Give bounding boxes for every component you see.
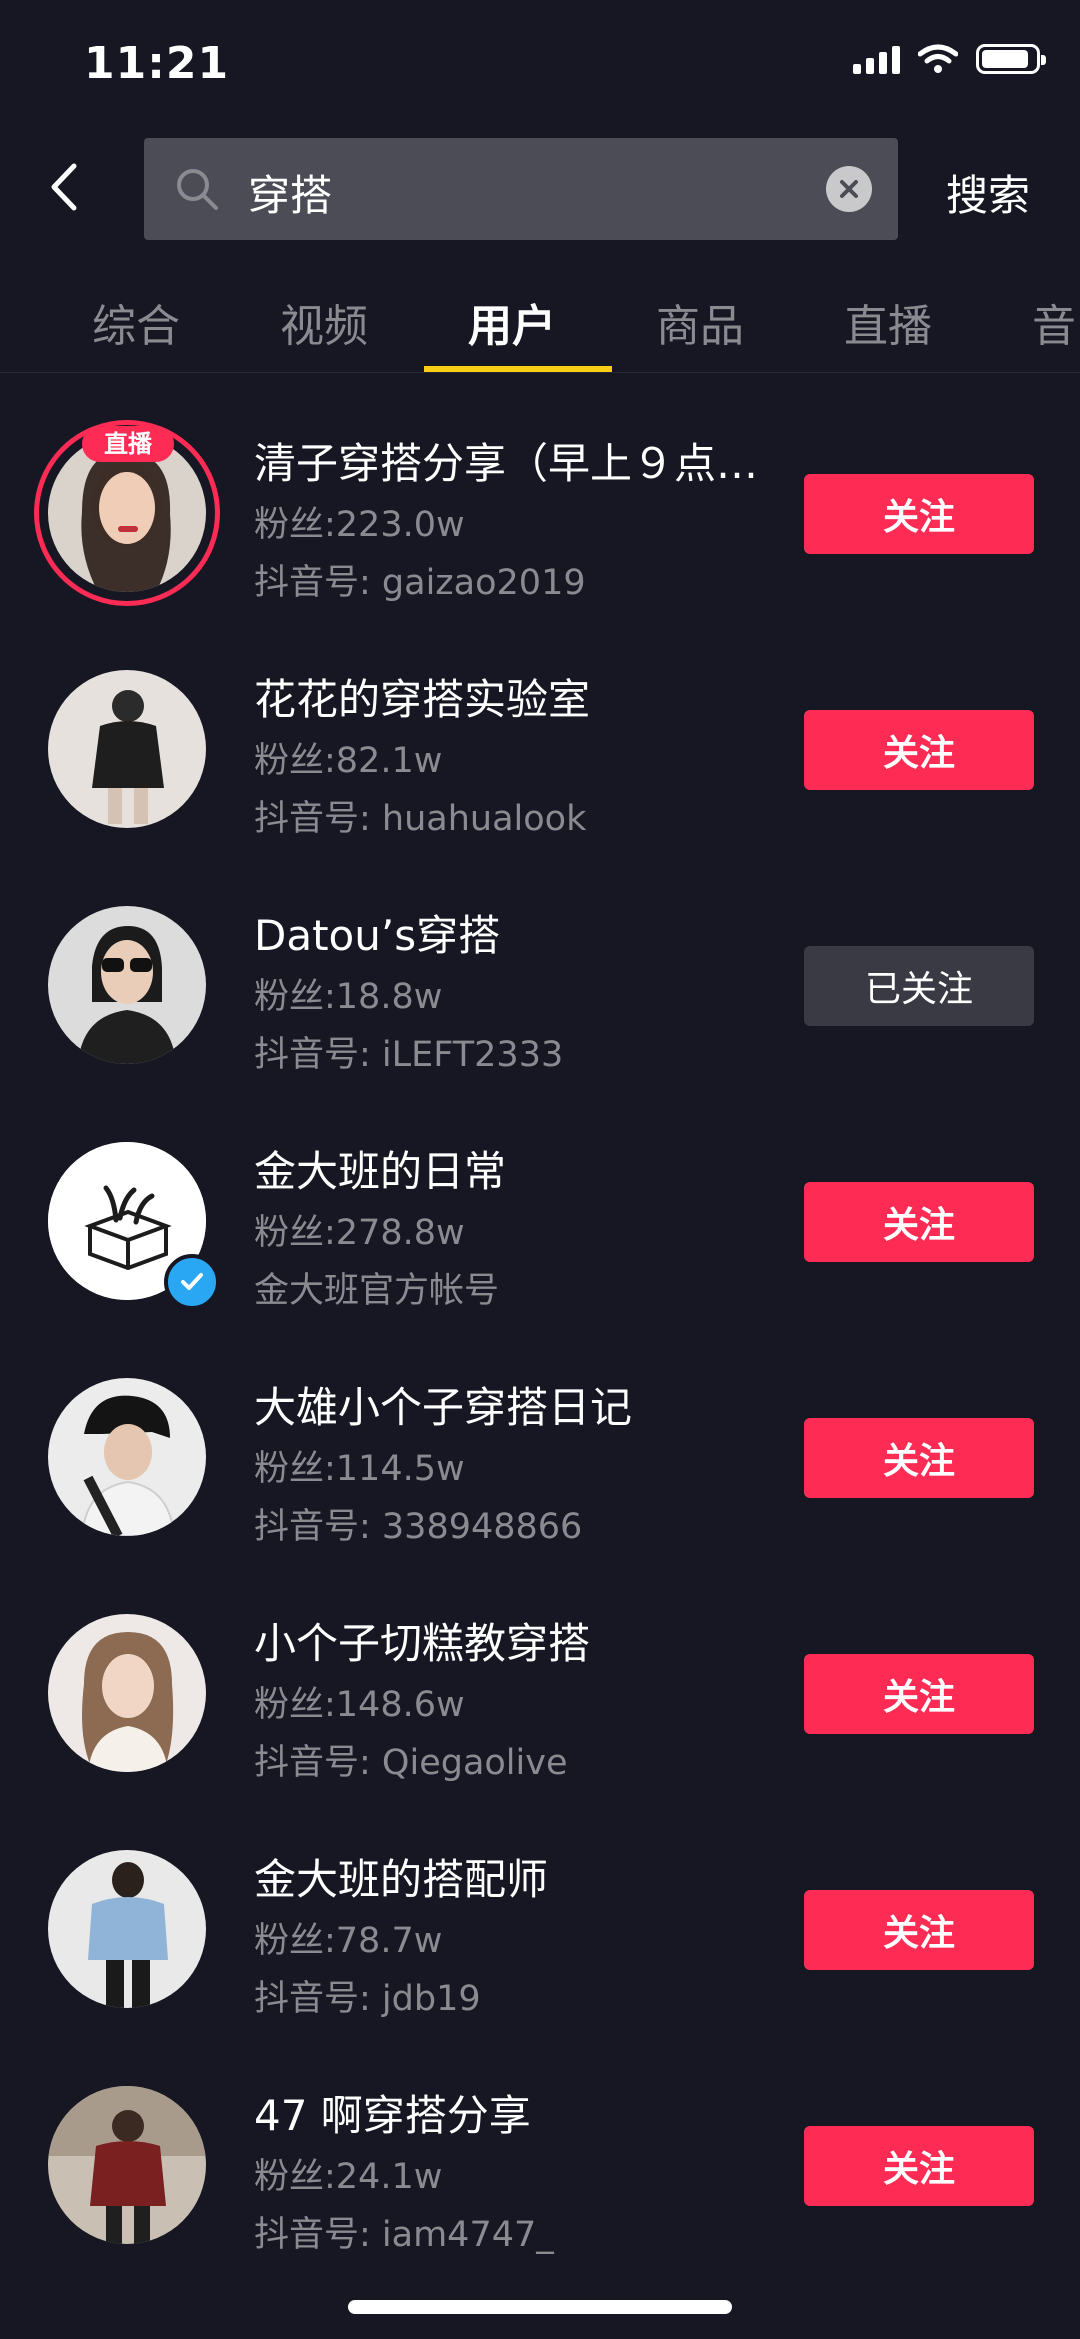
user-name[interactable]: 清子穿搭分享（早上９点…	[254, 430, 758, 491]
user-id: 抖音号: huahualook	[254, 799, 587, 839]
follow-button[interactable]: 关注	[804, 1418, 1034, 1498]
verified-badge-icon	[164, 1254, 220, 1310]
live-badge: 直播	[82, 426, 174, 462]
tab-users[interactable]: 用户	[468, 290, 556, 354]
avatar[interactable]	[48, 1142, 220, 1310]
avatar[interactable]	[48, 1378, 206, 1536]
clear-icon[interactable]	[826, 166, 872, 212]
avatar[interactable]	[48, 2086, 206, 2244]
tab-live[interactable]: 直播	[844, 290, 932, 354]
follow-button[interactable]: 关注	[804, 1654, 1034, 1734]
account-description: 金大班官方帐号	[254, 1271, 500, 1311]
follower-count: 粉丝:18.8w	[254, 977, 443, 1017]
status-bar: 11:21	[0, 0, 1080, 130]
user-id: 抖音号: gaizao2019	[254, 563, 586, 603]
avatar[interactable]	[48, 906, 206, 1064]
follower-count: 粉丝:223.0w	[254, 505, 465, 545]
user-id: 抖音号: Qiegaolive	[254, 1743, 568, 1783]
user-name[interactable]: Datou’s穿搭	[254, 902, 500, 963]
follower-count: 粉丝:278.8w	[254, 1213, 465, 1253]
search-button[interactable]: 搜索	[946, 162, 1030, 223]
user-id: 抖音号: iLEFT2333	[254, 1035, 564, 1075]
tab-video[interactable]: 视频	[280, 290, 368, 354]
search-query: 穿搭	[248, 171, 333, 220]
user-row[interactable]: 金大班的日常 粉丝:278.8w 金大班官方帐号 关注	[0, 1108, 1080, 1344]
status-time: 11:21	[84, 38, 230, 89]
user-row[interactable]: 小个子切糕教穿搭 粉丝:148.6w 抖音号: Qiegaolive 关注	[0, 1580, 1080, 1816]
wifi-icon	[918, 44, 958, 73]
follower-count: 粉丝:114.5w	[254, 1449, 465, 1489]
user-id: 抖音号: jdb19	[254, 1979, 481, 2019]
user-name[interactable]: 小个子切糕教穿搭	[254, 1610, 590, 1671]
follower-count: 粉丝:148.6w	[254, 1685, 465, 1725]
user-row[interactable]: 大雄小个子穿搭日记 粉丝:114.5w 抖音号: 338948866 关注	[0, 1344, 1080, 1580]
user-name[interactable]: 金大班的日常	[254, 1138, 506, 1199]
user-name[interactable]: 47 啊穿搭分享	[254, 2082, 531, 2143]
following-button[interactable]: 已关注	[804, 946, 1034, 1026]
user-row[interactable]: 直播 清子穿搭分享（早上９点… 粉丝:223.0w 抖音号: gaizao201…	[0, 400, 1080, 636]
user-row[interactable]: 47 啊穿搭分享 粉丝:24.1w 抖音号: iam4747_ 关注	[0, 2052, 1080, 2288]
tab-products[interactable]: 商品	[656, 290, 744, 354]
back-icon[interactable]	[40, 160, 94, 214]
user-row[interactable]: Datou’s穿搭 粉丝:18.8w 抖音号: iLEFT2333 已关注	[0, 872, 1080, 1108]
follower-count: 粉丝:82.1w	[254, 741, 443, 781]
user-row[interactable]: 金大班的搭配师 粉丝:78.7w 抖音号: jdb19 关注	[0, 1816, 1080, 2052]
follow-button[interactable]: 关注	[804, 2126, 1034, 2206]
user-name[interactable]: 金大班的搭配师	[254, 1846, 548, 1907]
cellular-signal-icon	[853, 44, 900, 74]
tab-general[interactable]: 综合	[92, 290, 180, 354]
battery-icon	[976, 44, 1046, 74]
follow-button[interactable]: 关注	[804, 1890, 1034, 1970]
search-input[interactable]: 穿搭	[144, 138, 898, 240]
avatar[interactable]	[48, 1614, 206, 1772]
follower-count: 粉丝:24.1w	[254, 2157, 443, 2197]
status-icons	[853, 44, 1046, 74]
avatar[interactable]: 直播	[34, 420, 220, 606]
follow-button[interactable]: 关注	[804, 474, 1034, 554]
follow-button[interactable]: 关注	[804, 710, 1034, 790]
home-indicator[interactable]	[348, 2300, 732, 2314]
tab-indicator	[424, 366, 612, 372]
search-tabs: 综合 视频 用户 商品 直播 音	[0, 280, 1080, 373]
user-id: 抖音号: 338948866	[254, 1507, 583, 1547]
user-id: 抖音号: iam4747_	[254, 2215, 554, 2255]
tab-music[interactable]: 音	[1032, 290, 1076, 354]
avatar[interactable]	[48, 670, 206, 828]
user-name[interactable]: 大雄小个子穿搭日记	[254, 1374, 632, 1435]
follower-count: 粉丝:78.7w	[254, 1921, 443, 1961]
search-icon	[177, 169, 218, 210]
follow-button[interactable]: 关注	[804, 1182, 1034, 1262]
avatar[interactable]	[48, 1850, 206, 2008]
user-name[interactable]: 花花的穿搭实验室	[254, 666, 590, 727]
user-row[interactable]: 花花的穿搭实验室 粉丝:82.1w 抖音号: huahualook 关注	[0, 636, 1080, 872]
